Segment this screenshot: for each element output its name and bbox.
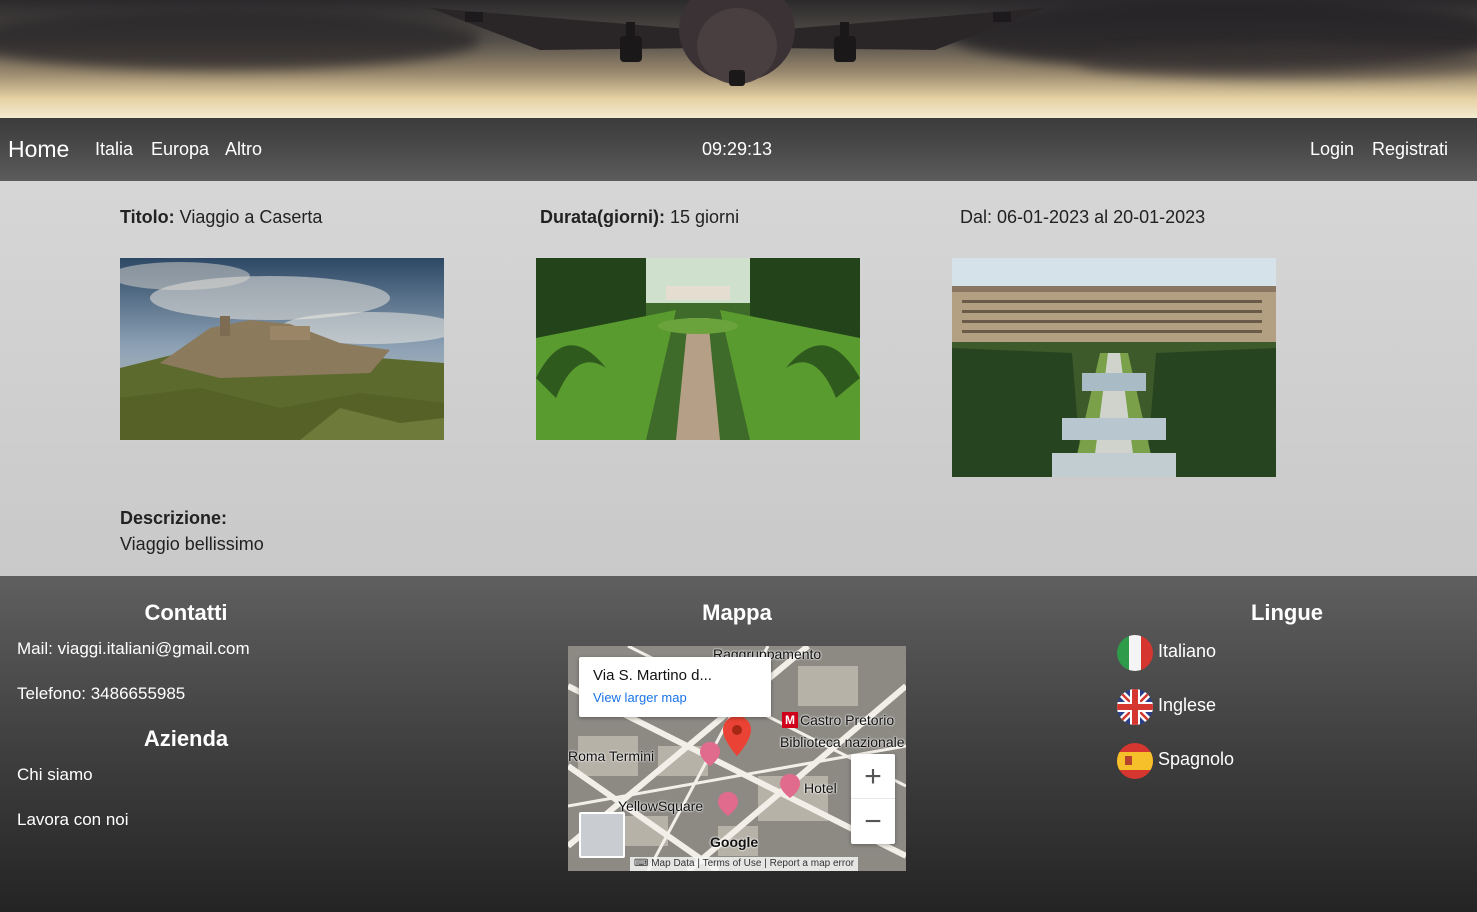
report-error-link[interactable]: Report a map error (770, 858, 854, 869)
terms-link[interactable]: Terms of Use (703, 858, 762, 869)
map-label-yellowsquare: YellowSquare (618, 798, 704, 814)
jobs-link[interactable]: Lavora con noi (17, 810, 129, 830)
nav-home-link[interactable]: Home (8, 118, 69, 181)
map-zoom-controls: + − (851, 754, 895, 844)
map-info-popup: Via S. Martino d... View larger map (579, 657, 771, 717)
trip-details: Titolo: Viaggio a Caserta Durata(giorni)… (0, 181, 1477, 576)
hotel-pin-icon[interactable] (700, 742, 720, 766)
trip-dates: Dal: 06-01-2023 al 20-01-2023 (960, 207, 1206, 227)
metro-icon: M (782, 712, 798, 728)
map-popup-address: Via S. Martino d... (593, 667, 712, 684)
contact-phone[interactable]: Telefono: 3486655985 (17, 684, 185, 704)
hotel-pin-icon[interactable] (718, 792, 738, 816)
google-logo: Google (710, 834, 759, 850)
hotel-pin-icon[interactable] (780, 774, 800, 798)
map-marker-icon[interactable] (723, 716, 751, 756)
nav-login-link[interactable]: Login (1310, 118, 1354, 181)
nav-link-europa[interactable]: Europa (151, 118, 209, 181)
trip-photo-royal-palace[interactable] (952, 258, 1276, 477)
contact-mail[interactable]: Mail: viaggi.italiani@gmail.com (17, 639, 250, 659)
navbar: Home Italia Europa Altro 09:29:13 Login … (0, 118, 1477, 181)
company-heading: Azienda (143, 726, 229, 751)
trip-title-label: Titolo: (120, 207, 175, 227)
language-italiano[interactable]: Italiano (1158, 641, 1216, 662)
languages-heading: Lingue (1250, 600, 1324, 625)
trip-photo-garden[interactable] (536, 258, 860, 440)
map-label-termini: Roma Termini (568, 748, 655, 764)
nav-link-altro[interactable]: Altro (225, 118, 262, 181)
map-data-link[interactable]: Map Data (651, 858, 694, 869)
zoom-out-button[interactable]: − (851, 799, 895, 844)
embedded-map[interactable]: Raggruppamento Castro Pretorio Bibliotec… (568, 646, 906, 871)
map-layer-toggle[interactable] (579, 812, 625, 858)
language-inglese[interactable]: Inglese (1158, 695, 1216, 716)
trip-title-value: Viaggio a Caserta (179, 207, 323, 227)
description-label: Descrizione: (120, 508, 228, 528)
about-us-link[interactable]: Chi siamo (17, 765, 93, 785)
italy-flag-icon[interactable] (1117, 635, 1153, 671)
zoom-in-button[interactable]: + (851, 754, 895, 799)
trip-duration: Durata(giorni): 15 giorni (540, 207, 739, 228)
hero-banner (0, 0, 1477, 118)
nav-link-italia[interactable]: Italia (95, 118, 133, 181)
keyboard-icon[interactable]: ⌨ (634, 858, 648, 869)
airplane-banner (430, 0, 1045, 86)
language-spagnolo[interactable]: Spagnolo (1158, 749, 1234, 770)
view-larger-map-link[interactable]: View larger map (593, 690, 687, 705)
trip-title: Titolo: Viaggio a Caserta (120, 207, 322, 228)
uk-flag-icon[interactable] (1117, 689, 1153, 725)
footer: Contatti Mail: viaggi.italiani@gmail.com… (0, 576, 1477, 912)
contacts-heading: Contatti (144, 600, 228, 625)
map-label-biblioteca: Biblioteca nazionale (780, 734, 905, 750)
nav-clock: 09:29:13 (702, 139, 773, 159)
map-label-castro-pretorio: Castro Pretorio (800, 712, 895, 728)
map-heading: Mappa (702, 600, 772, 625)
map-label-hotel: Hotel (804, 780, 837, 796)
trip-photo-hilltop-town[interactable] (120, 258, 444, 440)
trip-duration-label: Durata(giorni): (540, 207, 665, 227)
description-text: Viaggio bellissimo (120, 534, 264, 554)
trip-duration-value: 15 giorni (670, 207, 740, 227)
map-attribution: ⌨ Map Data | Terms of Use | Report a map… (630, 857, 859, 871)
spain-flag-icon[interactable] (1117, 743, 1153, 779)
nav-register-link[interactable]: Registrati (1372, 118, 1448, 181)
